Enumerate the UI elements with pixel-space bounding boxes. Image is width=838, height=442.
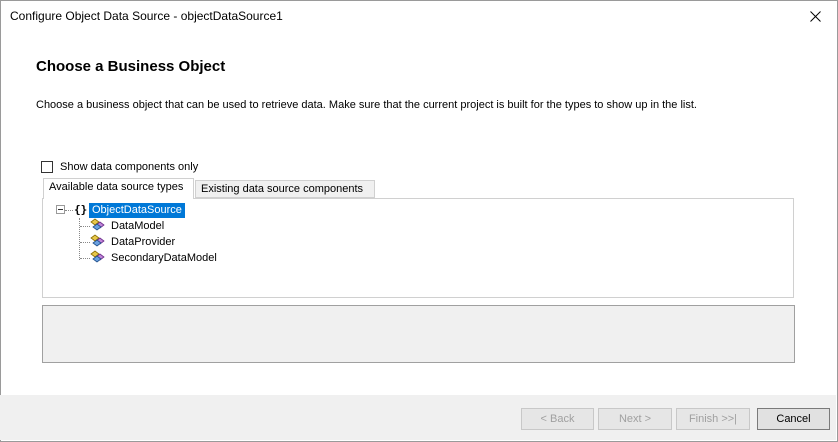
type-description-panel (42, 305, 795, 363)
tree-connector (80, 242, 90, 243)
tree-connector (79, 218, 80, 260)
show-data-components-option[interactable]: Show data components only (41, 159, 198, 175)
tree-connector (65, 210, 73, 211)
tree-item-secondarydatamodel[interactable]: SecondaryDataModel (111, 251, 217, 266)
tab-existing-data-source-components[interactable]: Existing data source components (195, 180, 375, 198)
collapse-toggle[interactable] (56, 205, 65, 214)
tree-connector (80, 226, 90, 227)
tree-connector (80, 258, 90, 259)
finish-button[interactable]: Finish >>| (676, 408, 750, 430)
class-icon (90, 234, 105, 247)
close-button[interactable] (793, 1, 837, 31)
tree-item-datamodel[interactable]: DataModel (111, 219, 164, 234)
cancel-button[interactable]: Cancel (757, 408, 830, 430)
class-icon (90, 218, 105, 231)
tree-root-objectdatasource[interactable]: ObjectDataSource (89, 203, 185, 218)
class-icon (90, 250, 105, 263)
back-button[interactable]: < Back (521, 408, 594, 430)
braces-icon: {} (74, 203, 88, 216)
tab-available-data-source-types[interactable]: Available data source types (43, 178, 194, 199)
next-button[interactable]: Next > (598, 408, 672, 430)
close-icon (809, 10, 821, 22)
show-data-components-label[interactable]: Show data components only (60, 161, 198, 173)
tree-item-dataprovider[interactable]: DataProvider (111, 235, 175, 250)
page-heading: Choose a Business Object (36, 58, 226, 75)
window-title: Configure Object Data Source - objectDat… (10, 9, 283, 23)
page-description: Choose a business object that can be use… (36, 99, 697, 111)
title-bar: Configure Object Data Source - objectDat… (1, 1, 837, 31)
show-data-components-checkbox[interactable] (41, 161, 53, 173)
